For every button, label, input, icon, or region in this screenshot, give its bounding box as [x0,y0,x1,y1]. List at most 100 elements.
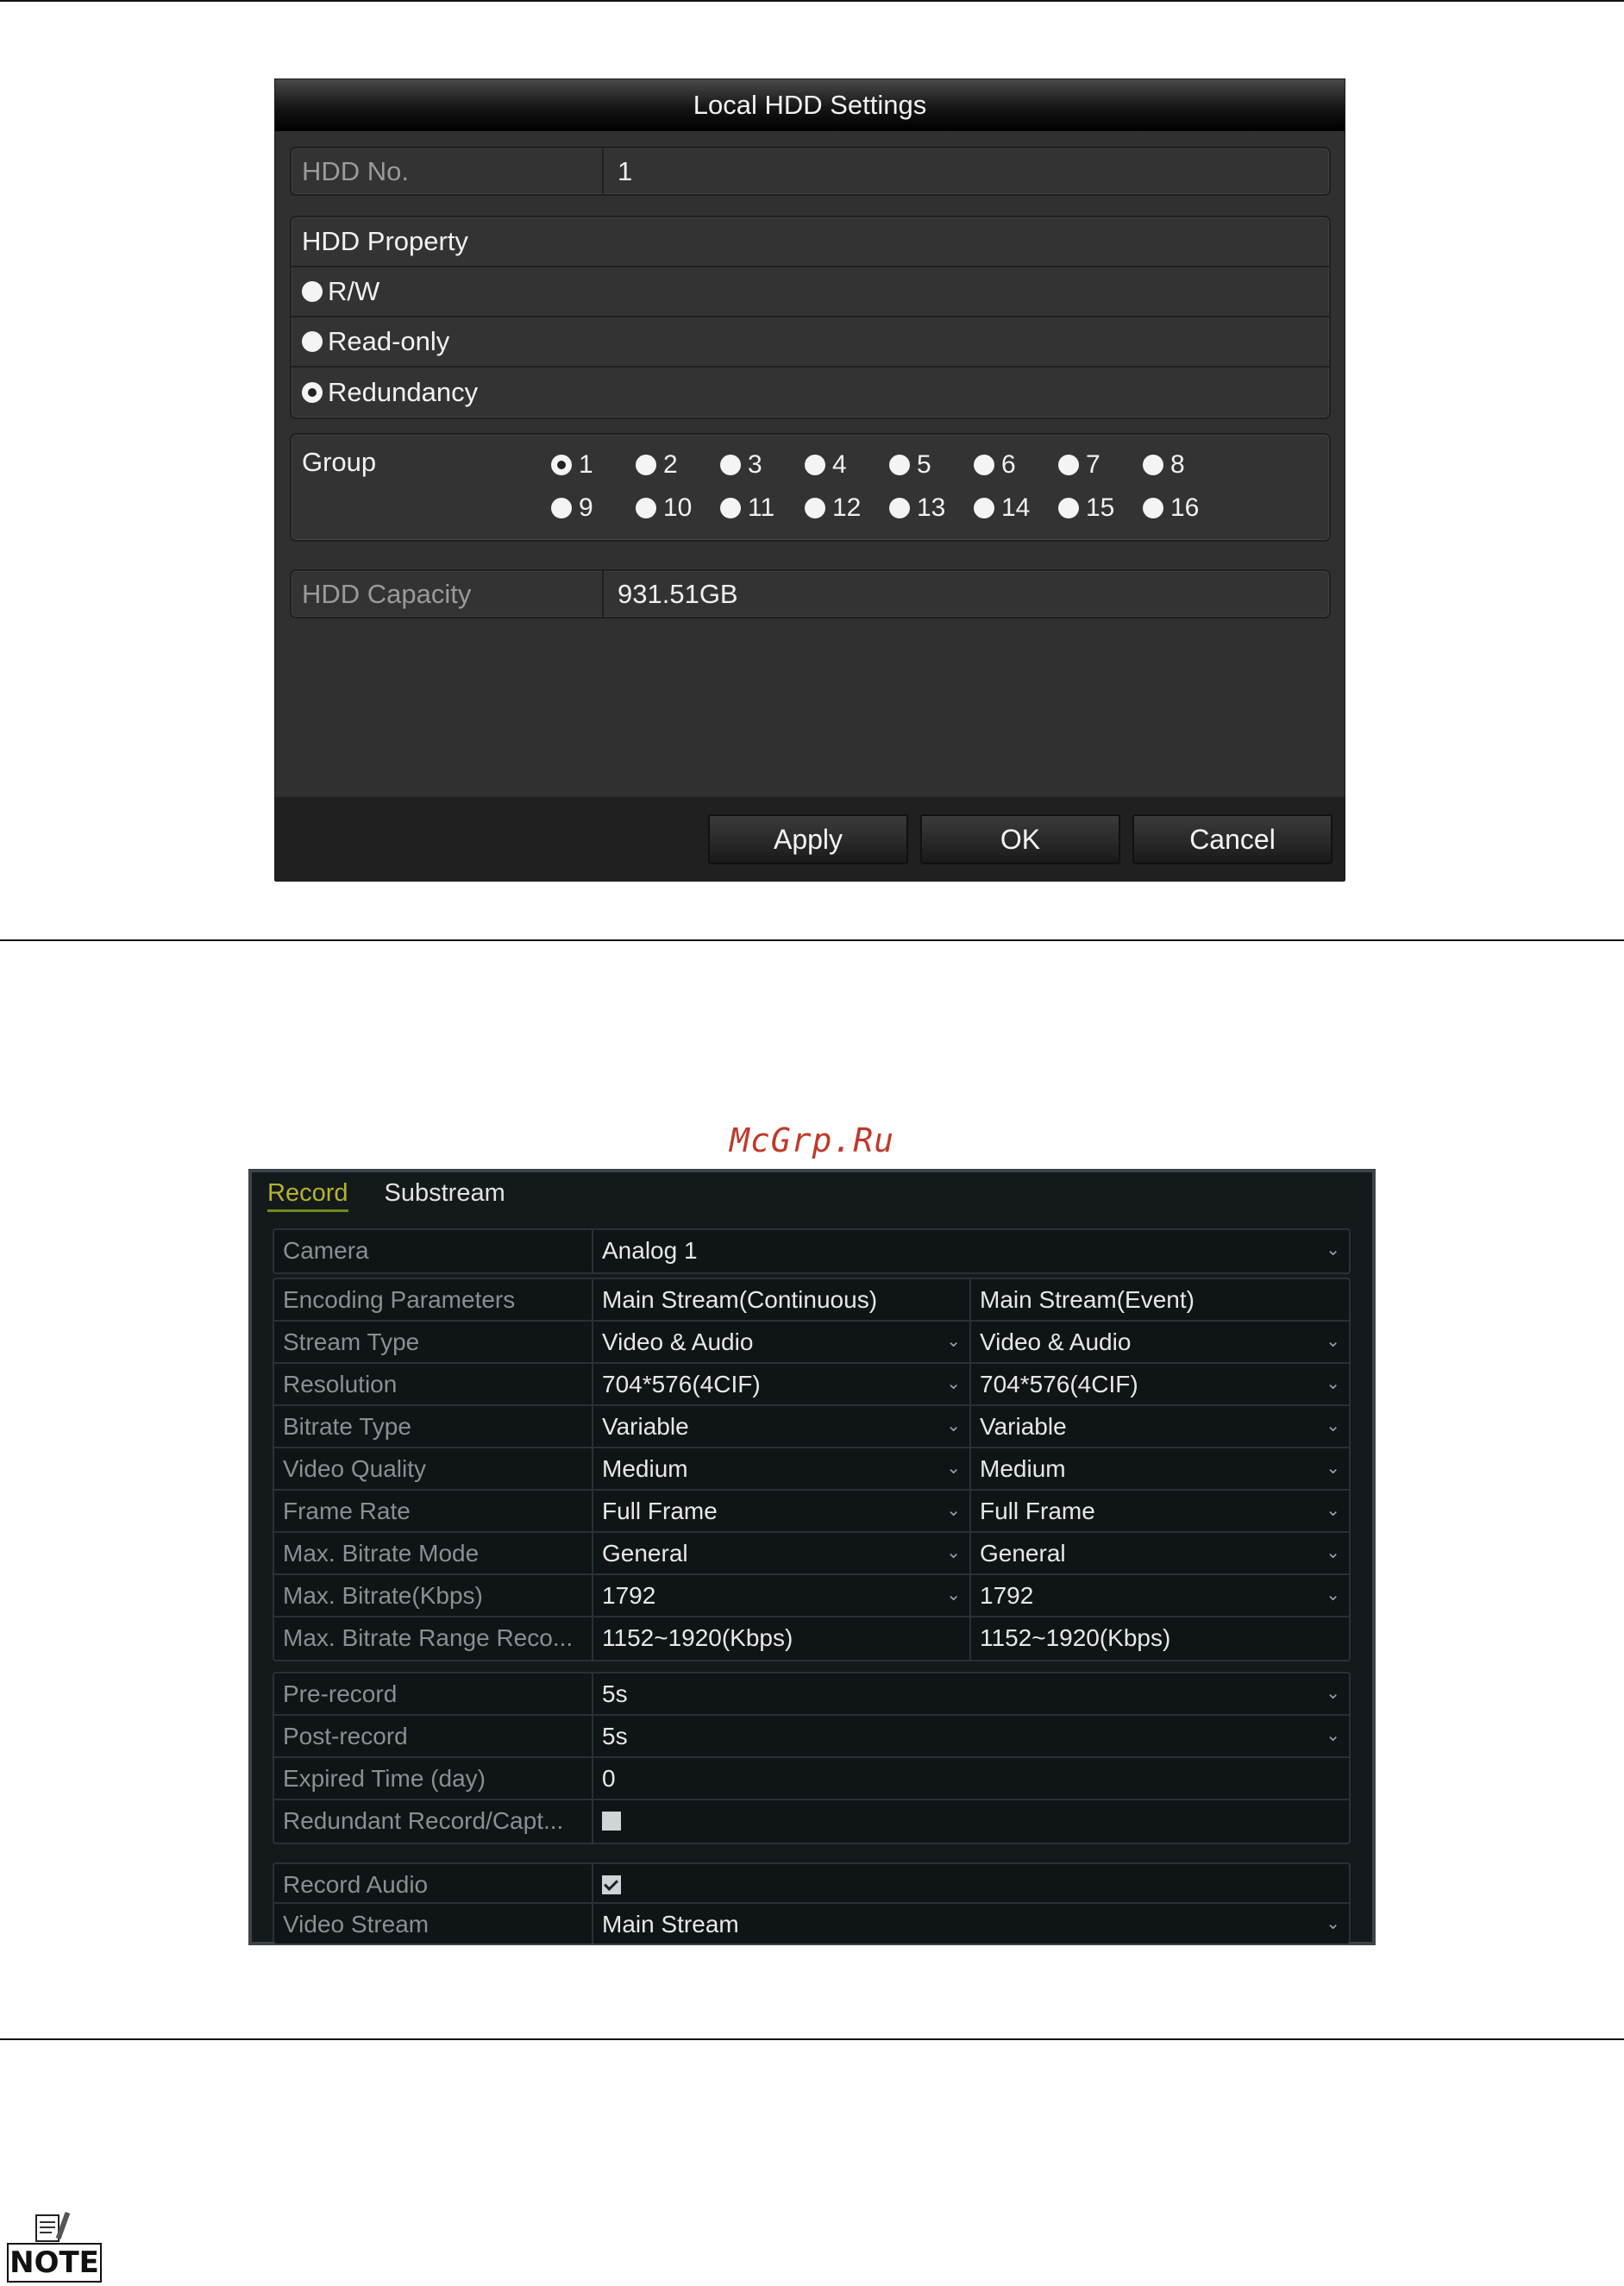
main-stream-select[interactable]: Full Frame ⌄ [593,1491,971,1531]
pre-record-row: Pre-record 5s ⌄ [274,1674,1349,1716]
chevron-down-icon: ⌄ [1326,1459,1340,1478]
group-option-13[interactable]: 13 [889,493,945,523]
event-stream-select[interactable]: Medium ⌄ [971,1448,1349,1489]
radio-group-9[interactable] [551,498,572,518]
event-stream-select[interactable]: General ⌄ [971,1533,1349,1573]
main-stream-select[interactable]: Medium ⌄ [593,1448,971,1489]
encoding-value: Variable [980,1413,1067,1440]
hdd-property-group: HDD Property R/W Read-only Redundancy [290,216,1331,419]
video-stream-group: Video Stream Main Stream ⌄ [273,1902,1351,1944]
encoding-value: Full Frame [980,1498,1095,1524]
main-stream-select[interactable]: General ⌄ [593,1533,971,1573]
main-stream-select[interactable]: 1792 ⌄ [593,1575,971,1616]
radio-group-5[interactable] [889,455,910,475]
property-option-redundancy[interactable]: Redundancy [292,367,1329,418]
group-option-7[interactable]: 7 [1058,450,1100,480]
radio-group-16[interactable] [1143,498,1163,518]
event-stream-value: 1152~1920(Kbps) [971,1617,1349,1660]
post-record-select[interactable]: 5s ⌄ [593,1716,1349,1756]
group-option-label: 10 [663,493,693,522]
radio-group-8[interactable] [1143,455,1163,475]
radio-group-1[interactable] [551,455,572,475]
radio-group-2[interactable] [636,455,656,475]
group-option-2[interactable]: 2 [636,450,678,480]
encoding-value: Main Stream(Event) [980,1286,1194,1313]
encoding-row: Max. Bitrate(Kbps) 1792 ⌄ 1792 ⌄ [274,1575,1349,1617]
encoding-row-label: Max. Bitrate Mode [274,1533,593,1573]
camera-group: Camera Analog 1 ⌄ [273,1228,1351,1274]
radio-group-13[interactable] [889,498,910,518]
radio-group-3[interactable] [720,455,741,475]
radio-rw[interactable] [302,281,323,302]
property-option-rw[interactable]: R/W [292,267,1329,317]
event-stream-select[interactable]: 704*576(4CIF) ⌄ [971,1364,1349,1404]
group-option-9[interactable]: 9 [551,493,593,523]
group-selector: Group 1 2 3 4 5 6 7 8 9 10 11 12 13 14 15 16 [290,433,1331,542]
radio-group-6[interactable] [974,455,994,475]
tab-substream[interactable]: Substream [385,1179,505,1212]
group-option-14[interactable]: 14 [974,493,1030,523]
property-redundancy-label: Redundancy [328,377,479,407]
group-option-1[interactable]: 1 [551,450,593,480]
radio-read-only[interactable] [302,331,323,352]
group-option-label: 16 [1170,493,1200,522]
group-option-label: 12 [832,493,862,522]
video-stream-value: Main Stream [602,1911,739,1937]
group-option-label: 7 [1086,450,1100,479]
radio-group-10[interactable] [636,498,656,518]
group-option-4[interactable]: 4 [805,450,847,480]
group-option-5[interactable]: 5 [889,450,931,480]
ok-button-label: OK [1000,824,1041,855]
event-stream-select[interactable]: 1792 ⌄ [971,1575,1349,1616]
group-option-6[interactable]: 6 [974,450,1016,480]
encoding-value: 1792 [980,1582,1034,1609]
cancel-button[interactable]: Cancel [1132,814,1332,864]
group-option-12[interactable]: 12 [805,493,861,523]
main-stream-select[interactable]: 704*576(4CIF) ⌄ [593,1364,971,1404]
event-stream-select[interactable]: Full Frame ⌄ [971,1491,1349,1531]
expired-time-label: Expired Time (day) [274,1758,593,1799]
encoding-value: 1152~1920(Kbps) [602,1624,793,1651]
record-audio-cell [593,1864,1349,1905]
group-option-label: 6 [1001,450,1016,479]
main-stream-select[interactable]: Video & Audio ⌄ [593,1322,971,1362]
record-audio-checkbox[interactable] [602,1875,621,1894]
encoding-value: 704*576(4CIF) [980,1371,1138,1397]
group-option-11[interactable]: 11 [720,493,774,523]
group-option-label: 1 [579,450,593,479]
divider-top [0,0,1624,2]
group-option-10[interactable]: 10 [636,493,692,523]
encoding-value: Main Stream(Continuous) [602,1286,878,1313]
radio-group-15[interactable] [1058,498,1079,518]
pre-record-select[interactable]: 5s ⌄ [593,1674,1349,1714]
redundant-record-checkbox[interactable] [602,1812,621,1831]
hdd-capacity-label: HDD Capacity [292,571,604,617]
video-stream-select[interactable]: Main Stream ⌄ [593,1904,1349,1944]
chevron-down-icon: ⌄ [946,1332,961,1351]
group-option-3[interactable]: 3 [720,450,762,480]
tab-record[interactable]: Record [267,1179,348,1212]
event-stream-select[interactable]: Variable ⌄ [971,1406,1349,1447]
hdd-no-value: 1 [618,156,633,186]
ok-button[interactable]: OK [920,814,1120,864]
group-option-15[interactable]: 15 [1058,493,1114,523]
post-record-row: Post-record 5s ⌄ [274,1716,1349,1758]
radio-group-12[interactable] [805,498,825,518]
radio-group-7[interactable] [1058,455,1079,475]
radio-group-4[interactable] [805,455,825,475]
camera-select[interactable]: Analog 1 ⌄ [593,1230,1349,1272]
post-record-value: 5s [602,1723,628,1749]
property-option-read-only[interactable]: Read-only [292,317,1329,367]
group-option-8[interactable]: 8 [1143,450,1185,480]
radio-group-11[interactable] [720,498,741,518]
main-stream-select[interactable]: Variable ⌄ [593,1406,971,1447]
radio-group-14[interactable] [974,498,994,518]
note-icon: NOTE [7,2210,102,2283]
apply-button[interactable]: Apply [708,814,908,864]
radio-redundancy[interactable] [302,382,323,403]
expired-time-input[interactable]: 0 [593,1758,1349,1799]
chevron-down-icon: ⌄ [1326,1240,1340,1259]
camera-label: Camera [274,1230,593,1272]
event-stream-select[interactable]: Video & Audio ⌄ [971,1322,1349,1362]
group-option-16[interactable]: 16 [1143,493,1199,523]
